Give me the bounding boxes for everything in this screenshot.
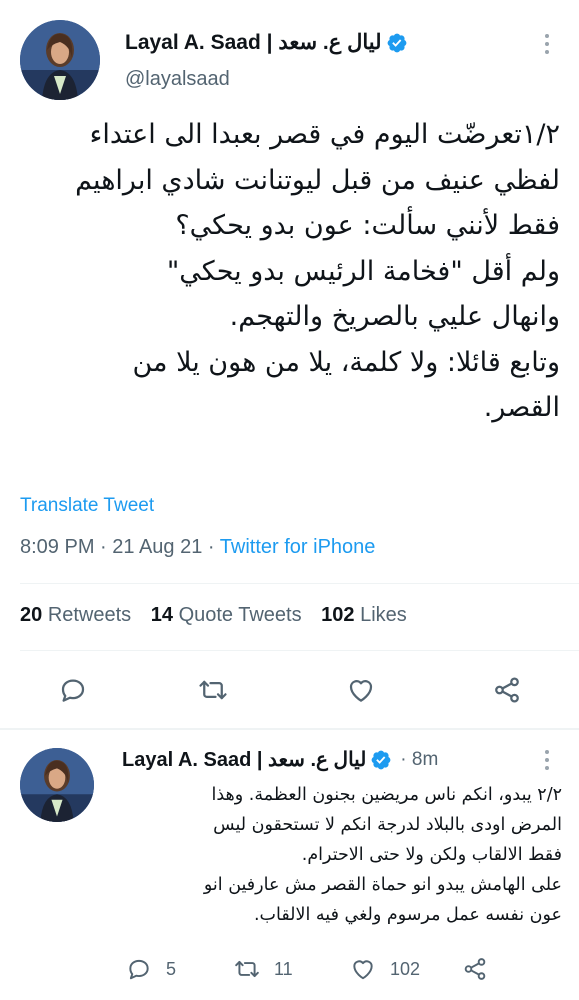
tweet-text-line: ولم أقل "فخامة الرئيس بدو يحكي" (166, 255, 560, 287)
retweet-icon[interactable] (198, 675, 228, 705)
reply-time-ago: 8m (411, 748, 439, 770)
tweet-text-line: وتابع قائلا: ولا كلمة، يلا من هون يلا من (132, 346, 560, 378)
likes-count: 102 (321, 604, 355, 626)
reply-tweet-text: ٢/٢ يبدو، انكم ناس مريضين بجنون العظمة. … (122, 780, 562, 930)
more-icon[interactable] (542, 34, 552, 54)
tweet-text-line: لفظي عنيف من قبل ليوتنانت شادي ابراهيم (75, 164, 560, 196)
like-icon (350, 956, 376, 982)
reply-icon (126, 956, 152, 982)
likes-stat[interactable]: 102 Likes (321, 604, 407, 626)
retweet-button[interactable]: 11 (234, 956, 293, 982)
like-count: 102 (390, 958, 421, 979)
share-button[interactable] (462, 956, 488, 982)
reply-icon[interactable] (58, 675, 88, 705)
share-icon (462, 956, 488, 982)
tweet-meta: 8:09 PM · 21 Aug 21 · Twitter for iPhone (20, 536, 375, 559)
quote-tweets-stat[interactable]: 14 Quote Tweets (151, 604, 302, 626)
meta-separator: · (100, 536, 113, 558)
like-icon[interactable] (346, 675, 376, 705)
likes-label: Likes (360, 604, 407, 626)
reply-text-line: فقط الالقاب ولكن ولا حتى الاحترام. (301, 845, 562, 865)
tweet-time[interactable]: 8:09 PM (20, 536, 94, 558)
retweet-count: 11 (274, 958, 293, 979)
author-name-row[interactable]: Layal A. Saad | ليال ع. سعد (125, 30, 408, 55)
tweet-text-line: القصر. (483, 392, 560, 423)
divider (20, 583, 579, 584)
divider (20, 650, 579, 651)
retweets-label: Retweets (47, 604, 132, 626)
reply-button[interactable]: 5 (126, 956, 176, 982)
author-display-name[interactable]: Layal A. Saad | ليال ع. سعد (125, 30, 382, 55)
author-handle[interactable]: @layalsaad (125, 68, 230, 91)
tweet-text-line: ١/٢تعرضّت اليوم في قصر بعبدا الى اعتداء (89, 119, 560, 150)
tweet-date[interactable]: 21 Aug 21 (112, 536, 202, 558)
avatar[interactable] (20, 20, 100, 100)
quote-tweets-label: Quote Tweets (178, 604, 302, 626)
more-icon[interactable] (542, 750, 552, 770)
reply-author-row[interactable]: Layal A. Saad | ليال ع. سعد · 8m (122, 747, 438, 772)
tweet-text: ١/٢تعرضّت اليوم في قصر بعبدا الى اعتداء … (18, 112, 560, 431)
retweets-stat[interactable]: 20 Retweets (20, 604, 131, 626)
meta-separator: · (207, 536, 220, 558)
tweet-text-line: وانهال عليي بالصريخ والتهجم. (229, 301, 560, 332)
tweet-source-link[interactable]: Twitter for iPhone (220, 536, 376, 558)
reply-timestamp[interactable]: · 8m (400, 749, 438, 771)
reply-author-display-name[interactable]: Layal A. Saad | ليال ع. سعد (122, 747, 366, 772)
share-icon[interactable] (492, 675, 522, 705)
reply-text-line: عون نفسه عمل مرسوم ولغي فيه الالقاب. (253, 905, 562, 925)
quote-tweets-count: 14 (150, 604, 173, 626)
retweet-icon (234, 956, 260, 982)
tweet-text-line: فقط لأنني سألت: عون بدو يحكي؟ (175, 210, 560, 241)
translate-tweet-link[interactable]: Translate Tweet (20, 495, 154, 517)
reply-text-line: ٢/٢ يبدو، انكم ناس مريضين بجنون العظمة. … (211, 785, 563, 805)
reply-text-line: على الهامش يبدو انو حماة القصر مش عارفين… (203, 875, 562, 895)
verified-badge-icon (370, 749, 392, 771)
retweets-count: 20 (20, 604, 43, 626)
avatar[interactable] (20, 748, 94, 822)
like-button[interactable]: 102 (350, 956, 420, 982)
reply-text-line: المرض اودى بالبلاد لدرجة انكم لا تستحقون… (213, 815, 562, 835)
verified-badge-icon (386, 32, 408, 54)
tweet-stats: 20 Retweets 14 Quote Tweets 102 Likes (20, 604, 421, 627)
divider (0, 728, 579, 730)
reply-count: 5 (166, 958, 177, 979)
